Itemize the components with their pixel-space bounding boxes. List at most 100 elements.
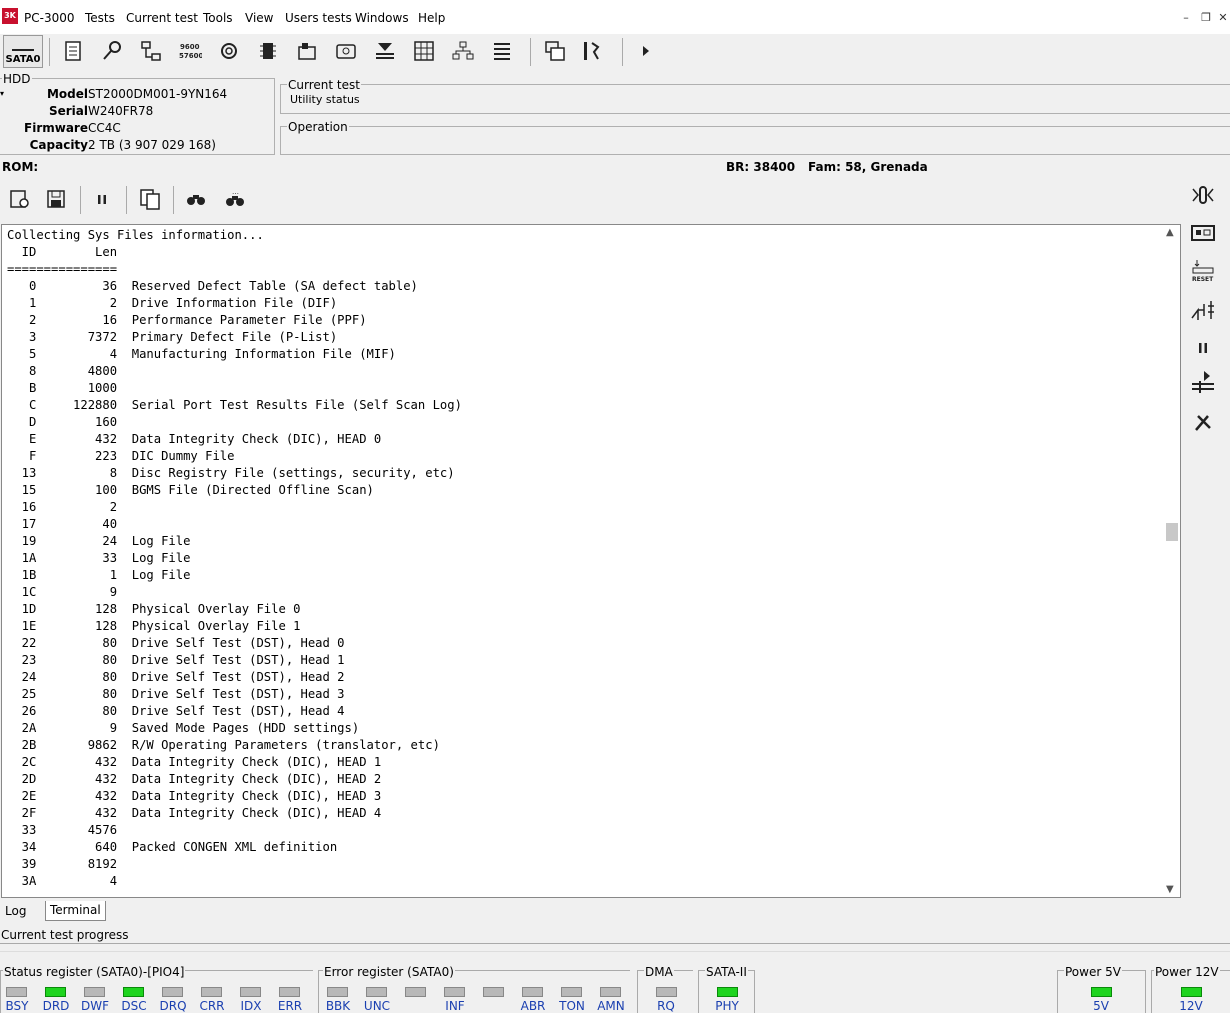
tab-log[interactable]: Log	[1, 902, 30, 922]
log-line: E 432 Data Integrity Check (DIC), HEAD 0	[7, 432, 382, 446]
log-line: 1E 128 Physical Overlay File 1	[7, 619, 301, 633]
scroll-icon[interactable]	[61, 39, 85, 63]
log-line: ID Len	[7, 245, 118, 259]
hdd-firmware-row: Firmware CC4C	[0, 121, 121, 137]
log-line: F 223 DIC Dummy File	[7, 449, 235, 463]
hdd-legend: HDD	[2, 72, 32, 86]
gear-settings-icon[interactable]	[217, 39, 241, 63]
led-drq	[162, 987, 183, 997]
board-icon[interactable]	[295, 39, 319, 63]
sata-port-button[interactable]: SATA0	[3, 35, 43, 68]
restore-icon[interactable]: ❐	[1199, 11, 1213, 25]
log-line: 39 8192	[7, 857, 118, 871]
menu-tools[interactable]: Tools	[203, 11, 233, 25]
play-icon[interactable]	[634, 39, 658, 63]
sata-port-label: SATA0	[5, 54, 41, 65]
log-line: C 122880 Serial Port Test Results File (…	[7, 398, 462, 412]
menu-view[interactable]: View	[245, 11, 273, 25]
led-rq	[656, 987, 677, 997]
list-icon[interactable]	[490, 39, 514, 63]
log-line: 0 36 Reserved Defect Table (SA defect ta…	[7, 279, 418, 293]
log-line: 2E 432 Data Integrity Check (DIC), HEAD …	[7, 789, 382, 803]
capacity-label: Capacity	[29, 138, 88, 152]
scroll-up-icon[interactable]: ▲	[1166, 227, 1174, 238]
led-phy-label: PHY	[715, 999, 739, 1013]
chip-icon[interactable]	[256, 39, 280, 63]
pause-icon[interactable]	[90, 187, 114, 211]
model-value: ST2000DM001-9YN164	[88, 87, 228, 101]
close-icon[interactable]: ✕	[1216, 11, 1230, 25]
scroll-thumb[interactable]	[1166, 523, 1178, 541]
led-bsy	[6, 987, 27, 997]
find-icon[interactable]	[184, 187, 208, 211]
save-icon[interactable]	[44, 187, 68, 211]
operation-panel: Operation	[280, 120, 1230, 155]
status-register-title: Status register (SATA0)-[PIO4]	[3, 965, 186, 979]
toolbar-separator	[622, 38, 623, 66]
log-line: 1D 128 Physical Overlay File 0	[7, 602, 301, 616]
grid-icon[interactable]	[412, 39, 436, 63]
minimize-icon[interactable]: –	[1179, 11, 1193, 25]
hdd-icon[interactable]	[334, 39, 358, 63]
log-line: 1A 33 Log File	[7, 551, 191, 565]
led-label: CRR	[199, 999, 225, 1013]
app-title: PC-3000	[24, 11, 75, 25]
log-line: 16 2	[7, 500, 118, 514]
tools-icon[interactable]	[1190, 410, 1216, 434]
dma-panel: DMA RQ	[637, 965, 693, 1013]
power-5v-title: Power 5V	[1064, 965, 1122, 979]
current-test-panel: Current test Utility status	[280, 78, 1230, 114]
led-5v-label: 5V	[1093, 999, 1109, 1013]
hdd-capacity-row: Capacity 2 TB (3 907 029 168)	[0, 138, 216, 154]
current-test-progress-label: Current test progress	[1, 928, 129, 942]
vertical-scrollbar[interactable]: ▲ ▼	[1163, 225, 1180, 897]
log-line: 25 80 Drive Self Test (DST), Head 3	[7, 687, 345, 701]
run-transfer-icon[interactable]	[1190, 370, 1216, 394]
led-amn	[600, 987, 621, 997]
dma-title: DMA	[644, 965, 674, 979]
led-label: ERR	[277, 999, 303, 1013]
led-inf	[444, 987, 465, 997]
transfer-icon[interactable]	[373, 39, 397, 63]
log-line: 3 7372 Primary Defect File (P-List)	[7, 330, 338, 344]
log-line: Collecting Sys Files information...	[7, 228, 264, 242]
switch-circuit-icon[interactable]	[1190, 298, 1216, 322]
main-toolbar: SATA0 9600 57600	[0, 34, 1230, 70]
key-icon[interactable]	[100, 39, 124, 63]
tab-terminal[interactable]: Terminal	[45, 901, 106, 921]
exit-icon[interactable]	[580, 39, 604, 63]
reset-icon[interactable]: RESET	[1190, 258, 1216, 282]
menu-users-tests[interactable]: Users tests	[285, 11, 352, 25]
led-12v-label: 12V	[1179, 999, 1203, 1013]
log-toolbar: …	[0, 182, 1180, 218]
power-12v-panel: Power 12V 12V	[1151, 965, 1230, 1013]
log-line: D 160	[7, 415, 118, 429]
menu-current-test[interactable]: Current test	[126, 11, 198, 25]
side-pause-icon[interactable]	[1190, 336, 1216, 360]
power-5v-panel: Power 5V 5V	[1057, 965, 1146, 1013]
firmware-value: CC4C	[88, 121, 121, 135]
find-next-icon[interactable]: …	[223, 187, 247, 211]
log-line: 22 80 Drive Self Test (DST), Head 0	[7, 636, 345, 650]
power-toggle-icon[interactable]	[1190, 183, 1216, 207]
log-line: 1 2 Drive Information File (DIF)	[7, 296, 338, 310]
log-output[interactable]: Collecting Sys Files information... ID L…	[1, 224, 1181, 898]
current-test-legend: Current test	[287, 78, 361, 92]
windows-icon[interactable]	[543, 39, 567, 63]
sata2-panel: SATA-II PHY	[698, 965, 755, 1013]
tree-icon[interactable]	[451, 39, 475, 63]
network-icon[interactable]	[139, 39, 163, 63]
toolbar-separator	[49, 38, 50, 66]
log-line: 17 40	[7, 517, 118, 531]
scroll-down-icon[interactable]: ▼	[1166, 884, 1174, 895]
power-12v-title: Power 12V	[1154, 965, 1220, 979]
led-unc	[366, 987, 387, 997]
controller-board-icon[interactable]	[1190, 221, 1216, 245]
menu-tests[interactable]: Tests	[85, 11, 115, 25]
copy-icon[interactable]	[138, 187, 162, 211]
menu-help[interactable]: Help	[418, 11, 445, 25]
baud-rate-icon[interactable]: 960057600	[178, 39, 202, 63]
connector-icon	[12, 39, 34, 51]
settings-page-icon[interactable]	[7, 187, 31, 211]
menu-windows[interactable]: Windows	[355, 11, 409, 25]
